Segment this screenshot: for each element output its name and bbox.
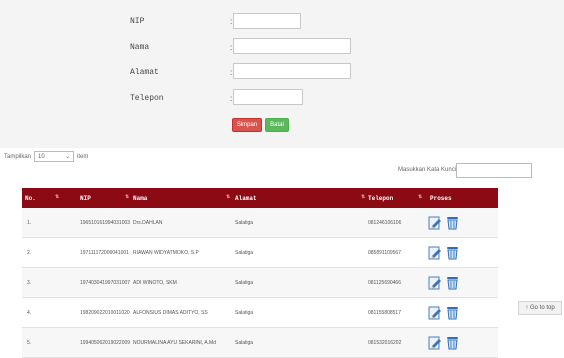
cell-nip: 196510161994031003	[80, 219, 131, 226]
sort-icon: ⇅	[125, 194, 130, 200]
cell-telepon: 081125690466	[368, 279, 401, 286]
delete-icon[interactable]	[445, 215, 460, 230]
entries-length-control: Tampilkan 10 ⌄ item	[4, 151, 88, 162]
cell-alamat: Salatiga	[235, 309, 254, 316]
table-row: 1. 196510161994031003 Drs.DAHLAN Salatig…	[22, 208, 498, 238]
cell-telepon: 081532016202	[368, 339, 402, 346]
telepon-colon: :	[230, 94, 233, 103]
col-header-nip[interactable]: NIP	[80, 188, 91, 208]
edit-icon[interactable]	[428, 215, 443, 230]
col-header-alamat[interactable]: Alamat	[235, 188, 257, 208]
cancel-button[interactable]: Batal	[265, 118, 289, 132]
alamat-colon: :	[230, 68, 233, 77]
edit-icon[interactable]	[428, 275, 443, 290]
table-row: 4. 198209022010011020 ALFONSIUS DIMAS AD…	[22, 298, 498, 328]
nip-input[interactable]	[233, 13, 301, 29]
entries-selected-value: 10	[38, 153, 45, 160]
cell-nama: Drs.DAHLAN	[133, 219, 163, 226]
col-header-nama[interactable]: Nama	[133, 188, 147, 208]
sort-icon: ⇅	[418, 194, 423, 200]
alamat-label: Alamat	[130, 68, 159, 77]
cell-nip: 197403041997031007	[80, 279, 131, 286]
nip-colon: :	[230, 17, 233, 26]
delete-icon[interactable]	[445, 305, 460, 320]
nama-colon: :	[230, 43, 233, 52]
entries-prefix: Tampilkan	[4, 153, 32, 160]
telepon-input[interactable]	[233, 89, 303, 105]
table-row: 5. 199405062019022009 NOURMALINA AYU SEK…	[22, 328, 498, 358]
col-header-telepon[interactable]: Telepon	[368, 188, 393, 208]
cell-alamat: Salatiga	[235, 339, 254, 346]
cell-nama: ADI WINOTO, SKM	[133, 279, 177, 286]
nama-label: Nama	[130, 43, 150, 52]
cell-alamat: Salatiga	[235, 249, 254, 256]
nip-label: NIP	[130, 17, 145, 26]
cell-no: 2.	[27, 249, 32, 256]
cell-telepon: 081246106106	[368, 219, 402, 226]
col-header-proses: Proses	[430, 194, 452, 202]
entries-select[interactable]: 10 ⌄	[34, 151, 75, 162]
entries-suffix: item	[77, 153, 89, 160]
edit-icon[interactable]	[428, 335, 443, 350]
cell-telepon: 081155808517	[368, 309, 401, 316]
cell-nip: 199405062019022009	[80, 339, 131, 346]
edit-icon[interactable]	[428, 245, 443, 260]
delete-icon[interactable]	[445, 335, 460, 350]
cell-alamat: Salatiga	[235, 219, 254, 226]
cell-no: 3.	[27, 279, 32, 286]
search-input[interactable]	[456, 163, 532, 178]
nama-input[interactable]	[233, 38, 351, 54]
go-to-top-button[interactable]: ↑ Go to top	[518, 301, 562, 315]
save-button[interactable]: Simpan	[232, 118, 262, 132]
sort-icon: ⇅	[361, 194, 366, 200]
search-label: Masukkan Kata Kunci:	[398, 167, 458, 173]
cell-nama: RIAWAN WIDYATMOKO, S.P	[133, 249, 199, 256]
cell-no: 5.	[27, 339, 32, 346]
cell-alamat: Salatiga	[235, 279, 254, 286]
edit-icon[interactable]	[428, 305, 443, 320]
alamat-input[interactable]	[233, 63, 351, 79]
cell-no: 1.	[27, 219, 32, 226]
cell-no: 4.	[27, 309, 32, 316]
delete-icon[interactable]	[445, 275, 460, 290]
table-header: No. ⇅ NIP ⇅ Nama ⇅ Alamat ⇅ Telepon ⇅ Pr…	[22, 188, 498, 208]
table-row: 3. 197403041997031007 ADI WINOTO, SKM Sa…	[22, 268, 498, 298]
cell-telepon: 085891109567	[368, 249, 401, 256]
cell-nip: 198209022010011020	[80, 309, 130, 316]
chevron-down-icon: ⌄	[64, 154, 71, 160]
cell-nama: ALFONSIUS DIMAS ADITYO, SS	[133, 309, 208, 316]
col-header-no[interactable]: No.	[25, 188, 36, 208]
telepon-label: Telepon	[130, 94, 164, 103]
data-table: No. ⇅ NIP ⇅ Nama ⇅ Alamat ⇅ Telepon ⇅ Pr…	[22, 188, 498, 358]
cell-nip: 197111172006041001	[80, 249, 129, 256]
cell-nama: NOURMALINA AYU SEKARINI, A.Md	[133, 339, 216, 346]
delete-icon[interactable]	[445, 245, 460, 260]
table-row: 2. 197111172006041001 RIAWAN WIDYATMOKO,…	[22, 238, 498, 268]
sort-icon: ⇅	[55, 194, 60, 200]
sort-icon: ⇅	[226, 194, 231, 200]
